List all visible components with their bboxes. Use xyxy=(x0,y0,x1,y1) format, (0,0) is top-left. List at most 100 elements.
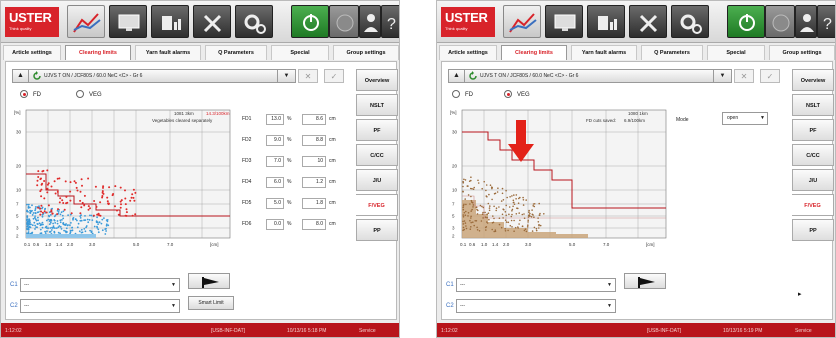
confirm-button[interactable]: ✓ xyxy=(324,69,344,83)
fault-point xyxy=(485,229,487,231)
tab-group-settings[interactable]: Group settings xyxy=(333,45,399,60)
fd-length-input[interactable]: 1.8 xyxy=(302,198,326,209)
tools-icon[interactable] xyxy=(193,5,231,38)
fault-point xyxy=(531,209,533,211)
bar-chart-icon[interactable] xyxy=(151,5,189,38)
curve-chart-icon[interactable] xyxy=(503,5,541,38)
side-j-u[interactable]: J/U xyxy=(356,169,398,191)
tab-yarn-fault-alarms[interactable]: Yarn fault alarms xyxy=(135,45,201,60)
user-icon[interactable] xyxy=(795,5,817,38)
fault-point xyxy=(41,182,44,185)
tab-q-parameters[interactable]: Q Parameters xyxy=(641,45,703,60)
status-service[interactable]: Service xyxy=(795,323,812,337)
side-overview[interactable]: Overview xyxy=(356,69,398,91)
fault-point xyxy=(527,221,529,223)
fault-point xyxy=(467,194,470,196)
radio-veg[interactable]: VEG xyxy=(76,90,102,100)
radio-fd-dot[interactable] xyxy=(452,90,460,99)
fd-percent-input[interactable]: 13.0 xyxy=(266,114,284,125)
fault-point xyxy=(49,227,52,229)
fd-length-input[interactable]: 10 xyxy=(302,156,326,167)
help-icon[interactable]: ? xyxy=(817,5,835,38)
fd-length-input[interactable]: 8.6 xyxy=(302,114,326,125)
fd-length-input[interactable]: 8.0 xyxy=(302,219,326,230)
channel-select-c2[interactable]: --- ▼ xyxy=(456,299,616,313)
scroll-up-button[interactable]: ▲ xyxy=(449,70,465,82)
chevron-down-icon[interactable]: ▼ xyxy=(713,70,731,82)
fault-point xyxy=(462,208,465,211)
tab-q-parameters[interactable]: Q Parameters xyxy=(205,45,267,60)
tab-article-settings[interactable]: Article settings xyxy=(439,45,497,60)
side-pp[interactable]: PP xyxy=(356,219,398,241)
cancel-button[interactable]: ✕ xyxy=(298,69,318,83)
fault-point xyxy=(467,212,470,214)
radio-fd[interactable]: FD xyxy=(452,90,473,100)
fd-percent-input[interactable]: 9.0 xyxy=(266,135,284,146)
monitor-icon[interactable] xyxy=(545,5,583,38)
tab-special[interactable]: Special xyxy=(271,45,329,60)
side-pf[interactable]: PF xyxy=(792,119,834,141)
side-j-u[interactable]: J/U xyxy=(792,169,834,191)
channel-select-c2[interactable]: --- ▼ xyxy=(20,299,180,313)
fault-point xyxy=(34,206,37,208)
status-service[interactable]: Service xyxy=(359,323,376,337)
power-icon[interactable] xyxy=(727,5,765,38)
fd-length-input[interactable]: 8.8 xyxy=(302,135,326,146)
gears-icon[interactable] xyxy=(671,5,709,38)
side-c-cc[interactable]: C/CC xyxy=(792,144,834,166)
scroll-up-button[interactable]: ▲ xyxy=(13,70,29,82)
fault-point xyxy=(106,196,109,199)
confirm-button[interactable]: ✓ xyxy=(760,69,780,83)
tab-clearing-limits[interactable]: Clearing limits xyxy=(501,45,567,60)
side-pf[interactable]: PF xyxy=(356,119,398,141)
chevron-down-icon: ▼ xyxy=(607,303,612,309)
radio-veg[interactable]: VEG xyxy=(504,90,530,100)
channel-select-c1[interactable]: --- ▼ xyxy=(20,278,180,292)
smart-limit-button[interactable]: Smart Limit xyxy=(188,296,234,310)
chevron-down-icon[interactable]: ▼ xyxy=(277,70,295,82)
side-f-veg[interactable]: F/VEG xyxy=(356,194,398,216)
fd-percent-input[interactable]: 7.0 xyxy=(266,156,284,167)
radio-veg-dot[interactable] xyxy=(76,90,84,99)
side-overview[interactable]: Overview xyxy=(792,69,834,91)
side-pp[interactable]: PP xyxy=(792,219,834,241)
mode-select[interactable]: open ▼ xyxy=(722,112,768,125)
article-selector[interactable]: ▲ UJVS T ON / JCF80S / 60.0 NeC <C> - Gr… xyxy=(12,69,296,83)
fault-point xyxy=(484,211,486,214)
monitor-icon[interactable] xyxy=(109,5,147,38)
side-f-veg[interactable]: F/VEG xyxy=(792,194,834,216)
gears-icon[interactable] xyxy=(235,5,273,38)
bar-chart-icon[interactable] xyxy=(587,5,625,38)
flag-button[interactable] xyxy=(188,273,230,289)
side-nslt[interactable]: NSLT xyxy=(356,94,398,116)
fd-length-input[interactable]: 1.2 xyxy=(302,177,326,188)
channel-select-c1[interactable]: --- ▼ xyxy=(456,278,616,292)
radio-fd[interactable]: FD xyxy=(20,90,41,100)
fault-point xyxy=(134,213,137,216)
side-nslt[interactable]: NSLT xyxy=(792,94,834,116)
tab-group-settings[interactable]: Group settings xyxy=(769,45,835,60)
tab-article-settings[interactable]: Article settings xyxy=(3,45,61,60)
radio-fd-dot[interactable] xyxy=(20,90,28,99)
power-icon[interactable] xyxy=(291,5,329,38)
fd-percent-input[interactable]: 5.0 xyxy=(266,198,284,209)
fault-point xyxy=(56,213,59,216)
curve-chart-icon[interactable] xyxy=(67,5,105,38)
help-icon[interactable]: ? xyxy=(381,5,399,38)
fd-percent-input[interactable]: 0.0 xyxy=(266,219,284,230)
clearing-limits-chart[interactable]: [%] 30 20 10 7 5 3 2 0.1 0.6 1.0 1.4 2.0 3.0 5.0 7.0 [… xyxy=(12,104,236,254)
fd-percent-input[interactable]: 6.0 xyxy=(266,177,284,188)
side-c-cc[interactable]: C/CC xyxy=(356,144,398,166)
fault-point xyxy=(528,209,530,212)
tab-yarn-fault-alarms[interactable]: Yarn fault alarms xyxy=(571,45,637,60)
article-selector[interactable]: ▲ UJVS T ON / JCF80S / 60.0 NeC <C> - Gr… xyxy=(448,69,732,83)
cancel-button[interactable]: ✕ xyxy=(734,69,754,83)
tools-icon[interactable] xyxy=(629,5,667,38)
tab-special[interactable]: Special xyxy=(707,45,765,60)
user-icon[interactable] xyxy=(359,5,381,38)
radio-veg-dot[interactable] xyxy=(504,90,512,99)
fault-point xyxy=(29,212,32,214)
flag-button[interactable] xyxy=(624,273,666,289)
clearing-limits-chart[interactable]: [%] 30 20 10 7 5 3 2 0.1 0.6 1.0 1.4 2.0 3.0 5.0 7.0 [… xyxy=(448,104,672,254)
tab-clearing-limits[interactable]: Clearing limits xyxy=(65,45,131,60)
